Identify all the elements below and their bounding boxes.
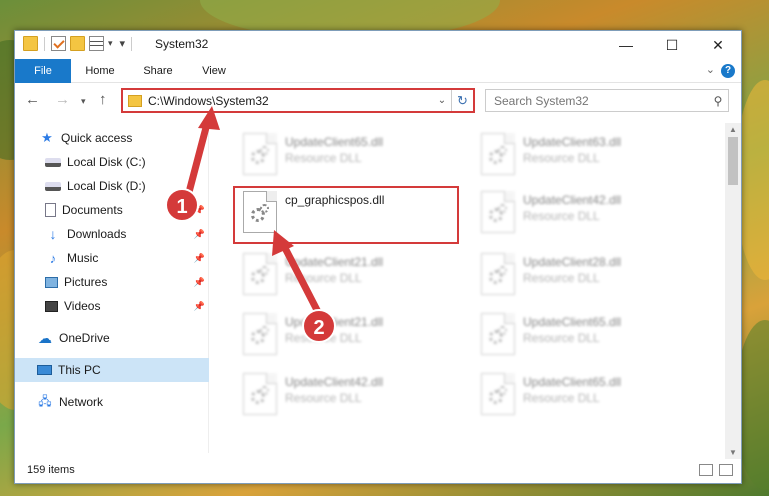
callout-badge-one: 1 xyxy=(165,188,199,222)
arrow-one-head xyxy=(198,106,220,130)
arrow-one-shaft xyxy=(184,119,212,197)
annotation-arrows xyxy=(184,106,322,314)
arrow-two-shaft xyxy=(280,244,322,314)
callout-badge-two: 2 xyxy=(302,309,336,343)
